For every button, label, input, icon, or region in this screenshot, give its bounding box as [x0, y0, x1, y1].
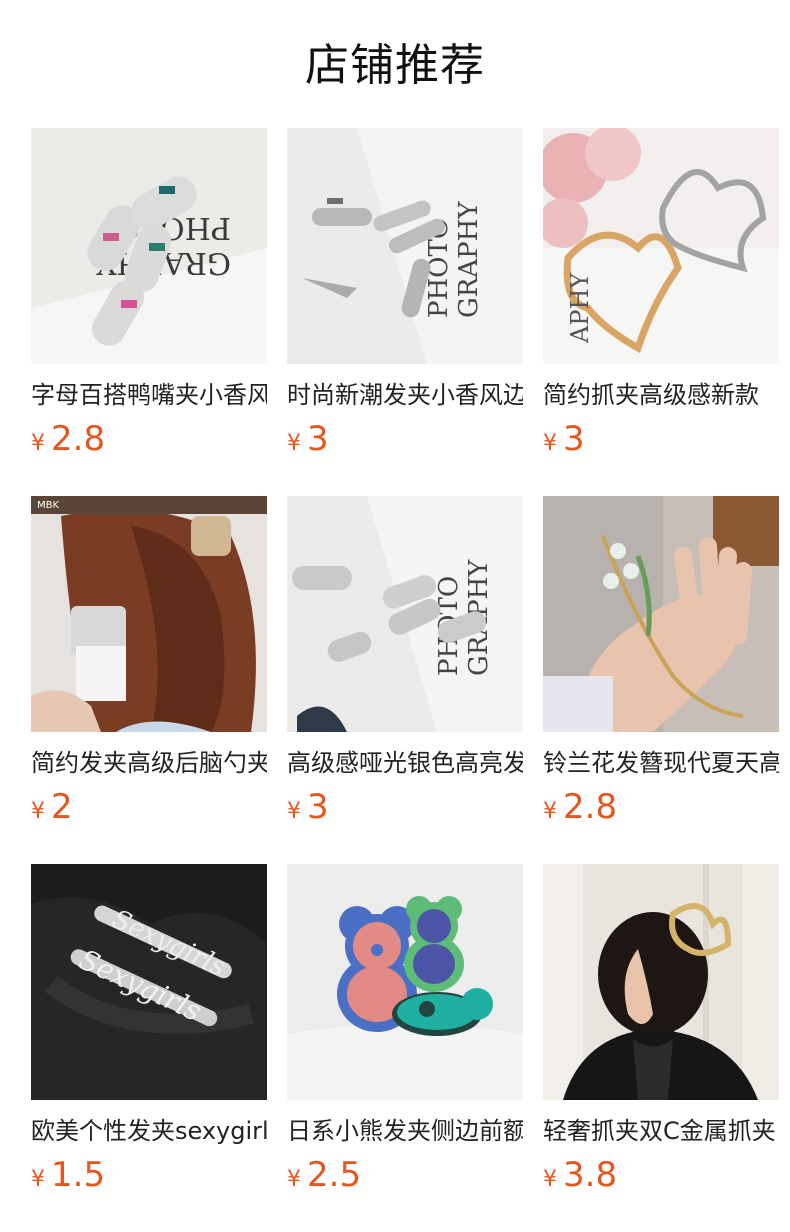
product-name[interactable]: 时尚新潮发夹小香风边 — [287, 378, 523, 412]
product-name[interactable]: 高级感哑光银色高亮发 — [287, 746, 523, 780]
currency-symbol: ¥ — [287, 1167, 301, 1192]
product-price: ¥2.5 — [287, 1154, 523, 1196]
product-card[interactable]: 轻奢抓夹双C金属抓夹 ¥3.8 — [543, 864, 779, 1196]
product-image[interactable]: PHOTO GRAPHY — [287, 128, 523, 364]
svg-text:GRAPHY: GRAPHY — [454, 201, 484, 318]
product-card[interactable]: APHY 简约抓夹高级感新款 ¥3 — [543, 128, 779, 460]
product-price: ¥2.8 — [31, 418, 267, 460]
product-image[interactable] — [543, 496, 779, 732]
product-name[interactable]: 轻奢抓夹双C金属抓夹 — [543, 1114, 779, 1148]
product-price: ¥3 — [287, 786, 523, 828]
product-image[interactable] — [287, 864, 523, 1100]
product-name[interactable]: 欧美个性发夹sexygirl — [31, 1114, 267, 1148]
product-card[interactable]: PHOTO GRAPHY 高级感哑光银色高亮发 ¥3 — [287, 496, 523, 828]
price-value: 2.5 — [307, 1155, 362, 1195]
price-value: 3.8 — [563, 1155, 618, 1195]
product-price: ¥3.8 — [543, 1154, 779, 1196]
product-card[interactable]: GRAPHY PHOTO 字母百搭鸭嘴夹小香风 ¥2.8 — [31, 128, 267, 460]
product-name[interactable]: 日系小熊发夹侧边前额 — [287, 1114, 523, 1148]
product-image[interactable]: APHY — [543, 128, 779, 364]
currency-symbol: ¥ — [31, 1167, 45, 1192]
currency-symbol: ¥ — [543, 431, 557, 456]
product-card[interactable]: 铃兰花发簪现代夏天高 ¥2.8 — [543, 496, 779, 828]
product-price: ¥3 — [543, 418, 779, 460]
product-image[interactable]: MBK — [31, 496, 267, 732]
product-card[interactable]: PHOTO GRAPHY 时尚新潮发夹小香风边 ¥3 — [287, 128, 523, 460]
product-card[interactable]: 日系小熊发夹侧边前额 ¥2.5 — [287, 864, 523, 1196]
product-price: ¥2 — [31, 786, 267, 828]
price-value: 3 — [307, 419, 329, 459]
price-value: 2.8 — [51, 419, 106, 459]
currency-symbol: ¥ — [287, 799, 301, 824]
product-price: ¥1.5 — [31, 1154, 267, 1196]
currency-symbol: ¥ — [31, 431, 45, 456]
product-image[interactable]: GRAPHY PHOTO — [31, 128, 267, 364]
page-title: 店铺推荐 — [305, 40, 485, 91]
product-name[interactable]: 铃兰花发簪现代夏天高 — [543, 746, 779, 780]
price-value: 3 — [563, 419, 585, 459]
product-name[interactable]: 简约抓夹高级感新款 — [543, 378, 779, 412]
price-value: 2.8 — [563, 787, 618, 827]
product-image[interactable] — [543, 864, 779, 1100]
currency-symbol: ¥ — [31, 799, 45, 824]
product-price: ¥2.8 — [543, 786, 779, 828]
product-name[interactable]: 简约发夹高级后脑勺夹 — [31, 746, 267, 780]
currency-symbol: ¥ — [287, 431, 301, 456]
price-value: 2 — [51, 787, 73, 827]
product-card[interactable]: MBK 简约发夹高级后脑勺夹 ¥2 — [31, 496, 267, 828]
product-image[interactable]: Sexygirls Sexygirls — [31, 864, 267, 1100]
product-price: ¥3 — [287, 418, 523, 460]
svg-text:APHY: APHY — [566, 272, 594, 344]
svg-text:MBK: MBK — [37, 500, 59, 511]
product-card[interactable]: Sexygirls Sexygirls 欧美个性发夹sexygirl ¥1.5 — [31, 864, 267, 1196]
currency-symbol: ¥ — [543, 1167, 557, 1192]
product-name[interactable]: 字母百搭鸭嘴夹小香风 — [31, 378, 267, 412]
currency-symbol: ¥ — [543, 799, 557, 824]
product-image[interactable]: PHOTO GRAPHY — [287, 496, 523, 732]
price-value: 1.5 — [51, 1155, 106, 1195]
price-value: 3 — [307, 787, 329, 827]
